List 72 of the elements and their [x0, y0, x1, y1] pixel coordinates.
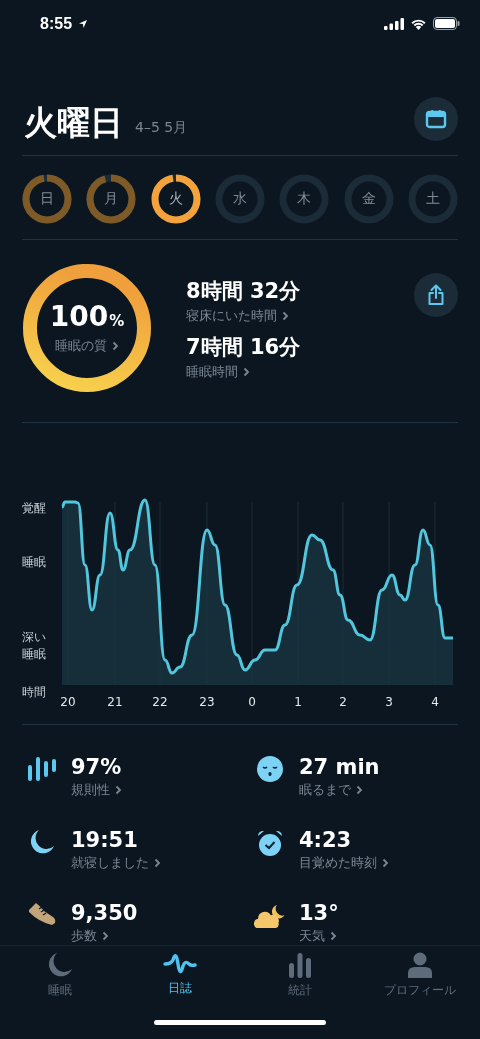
stat-link[interactable]: 歩数: [71, 926, 138, 945]
location-arrow-icon: [78, 18, 89, 29]
chevron-icon: [330, 930, 337, 941]
shoe-icon: [27, 901, 57, 926]
axis-tick-label: 22: [152, 694, 168, 709]
chevron-icon: [282, 310, 289, 321]
duration-value: 7時間 16分: [186, 333, 301, 361]
axis-tick-label: 2: [339, 694, 347, 709]
stat-link[interactable]: 眠るまで: [299, 780, 380, 799]
axis-title: 時間: [22, 684, 47, 700]
stat-value: 4:23: [299, 826, 353, 853]
axis-tick-label: 3: [385, 694, 393, 709]
day-button[interactable]: 火: [150, 174, 201, 224]
chevron-icon: [382, 857, 389, 868]
wifi-icon: [410, 17, 427, 30]
day-button[interactable]: 日: [22, 174, 72, 224]
person-icon: [408, 951, 432, 978]
tab[interactable]: 統計: [240, 951, 360, 1007]
axis-tick-label: 4: [431, 694, 439, 709]
chevron-icon: [154, 857, 161, 868]
status-time: 8:55: [40, 14, 73, 33]
stat-value: 97%: [71, 753, 122, 780]
day-button[interactable]: 金: [343, 174, 394, 224]
quality-link[interactable]: 睡眠の質: [55, 336, 119, 355]
battery-icon: [433, 17, 460, 31]
axis-label: 睡眠: [22, 554, 47, 570]
quality-value: 100: [49, 299, 109, 333]
axis-tick-label: 21: [107, 694, 123, 709]
duration-value: 8時間 32分: [186, 277, 301, 305]
alarm-clock-icon: [256, 828, 284, 857]
stat-value: 9,350: [71, 899, 138, 926]
date-range: 4–5 5月: [135, 119, 188, 138]
chevron-icon: [115, 784, 122, 795]
axis-tick-label: 1: [294, 694, 302, 709]
share-icon: [427, 283, 445, 306]
signal-icon: [384, 17, 404, 30]
moon-icon: [29, 828, 55, 855]
bar-chart-icon: [288, 951, 312, 978]
day-button[interactable]: 月: [86, 174, 137, 224]
chevron-icon: [112, 340, 119, 351]
day-button[interactable]: 木: [279, 174, 330, 224]
tab[interactable]: 日誌: [120, 951, 240, 1007]
stat-link[interactable]: 目覚めた時刻: [299, 853, 389, 872]
stat-link[interactable]: 就寝しました: [71, 853, 161, 872]
quality-unit: %: [109, 311, 125, 330]
day-button[interactable]: 水: [215, 174, 265, 224]
axis-tick-label: 0: [248, 694, 256, 709]
chevron-icon: [356, 784, 363, 795]
axis-tick-label: 23: [199, 694, 215, 709]
duration-link[interactable]: 睡眠時間: [186, 362, 301, 381]
day-title: 火曜日: [24, 102, 123, 145]
tab[interactable]: 睡眠: [0, 951, 120, 1007]
stat-value: 19:51: [71, 826, 139, 853]
stat-value: 13°: [299, 899, 339, 926]
wave-icon: [163, 951, 197, 976]
bars-icon: [27, 755, 57, 782]
day-button[interactable]: 土: [407, 174, 458, 224]
stat-link[interactable]: 天気: [299, 926, 339, 945]
axis-label: 深い睡眠: [22, 628, 47, 663]
calendar-button[interactable]: [414, 97, 458, 142]
axis-label: 覚醒: [22, 500, 47, 516]
duration-link[interactable]: 寝床にいた時間: [186, 306, 301, 325]
moon-icon: [47, 951, 73, 978]
stat-link[interactable]: 規則性: [71, 780, 122, 799]
chevron-icon: [243, 366, 250, 377]
sleepy-face-icon: [257, 755, 283, 782]
chevron-icon: [102, 930, 109, 941]
tab[interactable]: プロフィール: [360, 951, 480, 1007]
axis-tick-label: 20: [60, 694, 76, 709]
stat-value: 27 min: [299, 753, 380, 780]
calendar-icon: [425, 109, 447, 130]
share-button[interactable]: [414, 272, 458, 317]
